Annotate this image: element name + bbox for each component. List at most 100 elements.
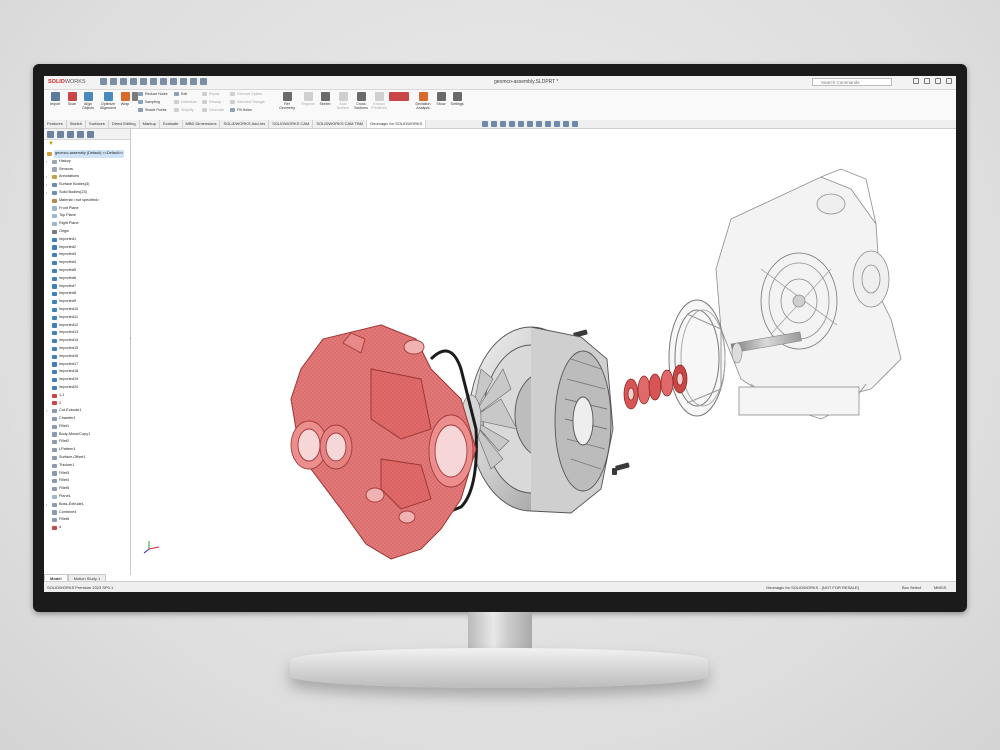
tree-item[interactable]: LPattern1 — [44, 446, 130, 454]
dimxpert-icon[interactable] — [77, 131, 84, 138]
status-units[interactable]: MMGS — [934, 585, 946, 590]
auto-surface-button[interactable]: Auto Surface — [333, 92, 353, 110]
graphics-viewport[interactable] — [131, 129, 956, 575]
expand-arrow-icon[interactable]: › — [46, 158, 47, 166]
redo-icon[interactable] — [160, 78, 167, 85]
tab-features[interactable]: Features — [44, 120, 67, 128]
tree-item[interactable]: Chamfer1 — [44, 415, 130, 423]
rebuild-icon[interactable] — [180, 78, 187, 85]
fill-holes-button[interactable]: Fill Holes — [230, 108, 252, 112]
hide-show-icon[interactable] — [536, 121, 542, 127]
tree-item[interactable]: Imported4 — [44, 259, 130, 267]
tree-item[interactable]: Imported18 — [44, 368, 130, 376]
tab-surfaces[interactable]: Surfaces — [86, 120, 109, 128]
selected-triangle-button[interactable]: Selected Triangle — [230, 100, 265, 104]
expand-arrow-icon[interactable]: › — [46, 407, 47, 415]
tab-mbd-dimensions[interactable]: MBD Dimensions — [183, 120, 221, 128]
filter-icon[interactable]: ▼ — [44, 140, 130, 148]
tree-item[interactable]: Right Plane — [44, 220, 130, 228]
tree-item[interactable]: Sensors — [44, 166, 130, 174]
tab-motion-study[interactable]: Motion Study 1 — [67, 574, 107, 581]
cross-sections-button[interactable]: Cross Sections — [351, 92, 371, 110]
tab-cam[interactable]: SOLIDWORKS CAM — [269, 120, 314, 128]
tree-item[interactable]: Imported7 — [44, 283, 130, 291]
expand-arrow-icon[interactable]: › — [46, 501, 47, 509]
tree-item[interactable]: Combine4 — [44, 509, 130, 517]
simplify-button[interactable]: Simplify — [174, 108, 194, 112]
settings-button[interactable]: Settings — [448, 92, 466, 106]
home-icon[interactable] — [100, 78, 107, 85]
undo-icon[interactable] — [150, 78, 157, 85]
defeature-button[interactable]: Defeature — [174, 100, 197, 104]
shade-points-button[interactable]: Shade Points — [138, 108, 166, 112]
close-icon[interactable] — [946, 78, 952, 84]
tree-item[interactable]: Imported3 — [44, 251, 130, 259]
edit-appearance-icon[interactable] — [545, 121, 551, 127]
display-manager-icon[interactable] — [87, 131, 94, 138]
tab-add-ins[interactable]: SOLIDWORKS Add-Ins — [220, 120, 270, 128]
minimize-icon[interactable] — [924, 78, 930, 84]
align-objects-button[interactable]: Align Objects — [78, 92, 98, 110]
view-settings-icon[interactable] — [563, 121, 569, 127]
deviation-analysis-button-2[interactable]: Deviation Analysis — [412, 92, 434, 110]
tree-item[interactable]: 2 — [44, 400, 130, 408]
feature-manager-icon[interactable] — [47, 131, 54, 138]
section-view-icon[interactable] — [509, 121, 515, 127]
tree-item[interactable]: Thicken1 — [44, 462, 130, 470]
view-orientation-icon[interactable] — [518, 121, 524, 127]
previous-view-icon[interactable] — [500, 121, 506, 127]
tree-item[interactable]: Surface-Offset1 — [44, 454, 130, 462]
tree-item[interactable]: Imported10 — [44, 306, 130, 314]
show-button[interactable]: Show — [434, 92, 448, 106]
tree-item[interactable]: Fillet1 — [44, 423, 130, 431]
tab-direct-editing[interactable]: Direct Editing — [109, 120, 140, 128]
tree-item[interactable]: › Boss-Extrude1 — [44, 501, 130, 509]
decimate-button[interactable]: Decimate — [202, 108, 224, 112]
repair-button[interactable]: Repair — [202, 92, 220, 96]
open-icon[interactable] — [120, 78, 127, 85]
configuration-manager-icon[interactable] — [67, 131, 74, 138]
monitor-icon[interactable] — [572, 121, 578, 127]
zoom-area-icon[interactable] — [491, 121, 497, 127]
tree-item[interactable]: › Cut-Extrude1 — [44, 407, 130, 415]
tree-item[interactable]: Imported12 — [44, 322, 130, 330]
tab-sketch[interactable]: Sketch — [67, 120, 87, 128]
tree-item[interactable]: Top Plane — [44, 212, 130, 220]
tree-item[interactable]: Plane1 — [44, 493, 130, 501]
reduce-noise-button[interactable]: Reduce Noise — [138, 92, 168, 96]
tree-item[interactable]: Fillet2 — [44, 438, 130, 446]
tree-item[interactable]: Front Plane — [44, 205, 130, 213]
rewrap-button[interactable]: Rewrap — [202, 100, 221, 104]
display-style-icon[interactable] — [527, 121, 533, 127]
tree-item[interactable]: Fillet5 — [44, 485, 130, 493]
tree-item[interactable]: › Solid Bodies(23) — [44, 189, 130, 197]
expand-arrow-icon[interactable]: › — [46, 189, 47, 197]
expand-arrow-icon[interactable]: › — [46, 181, 47, 189]
tree-item[interactable]: › Surface Bodies(3) — [44, 181, 130, 189]
tree-item[interactable]: Body-Move/Copy1 — [44, 431, 130, 439]
tree-item[interactable]: Imported6 — [44, 275, 130, 283]
tree-item[interactable]: Imported9 — [44, 298, 130, 306]
tab-cam-tbm[interactable]: SOLIDWORKS CAM TBM — [313, 120, 367, 128]
maximize-icon[interactable] — [935, 78, 941, 84]
print-icon[interactable] — [140, 78, 147, 85]
sampling-button[interactable]: Sampling — [138, 100, 160, 104]
tree-item[interactable]: Imported5 — [44, 267, 130, 275]
search-input[interactable]: Search Commands — [812, 78, 892, 86]
edit-button[interactable]: Edit — [174, 92, 187, 96]
remove-spikes-button[interactable]: Remove Spikes — [230, 92, 262, 96]
tree-item[interactable]: Imported11 — [44, 314, 130, 322]
tab-geomagic[interactable]: Geomagic for SOLIDWORKS — [366, 120, 427, 128]
tree-item[interactable]: › Annotations — [44, 173, 130, 181]
ref-geometry-button[interactable]: Ref Geometry — [276, 92, 298, 110]
tree-item[interactable]: Imported15 — [44, 345, 130, 353]
extract-primitives-button[interactable]: Extract Primitives — [369, 92, 389, 110]
status-select-mode[interactable]: Box Select — [902, 585, 921, 590]
tree-item[interactable]: Origin — [44, 228, 130, 236]
file-properties-icon[interactable] — [190, 78, 197, 85]
tree-item[interactable]: Imported16 — [44, 353, 130, 361]
tree-item[interactable]: Imported1 — [44, 236, 130, 244]
tree-item[interactable]: 1.1 — [44, 392, 130, 400]
tree-item[interactable]: Imported13 — [44, 329, 130, 337]
select-icon[interactable] — [170, 78, 177, 85]
